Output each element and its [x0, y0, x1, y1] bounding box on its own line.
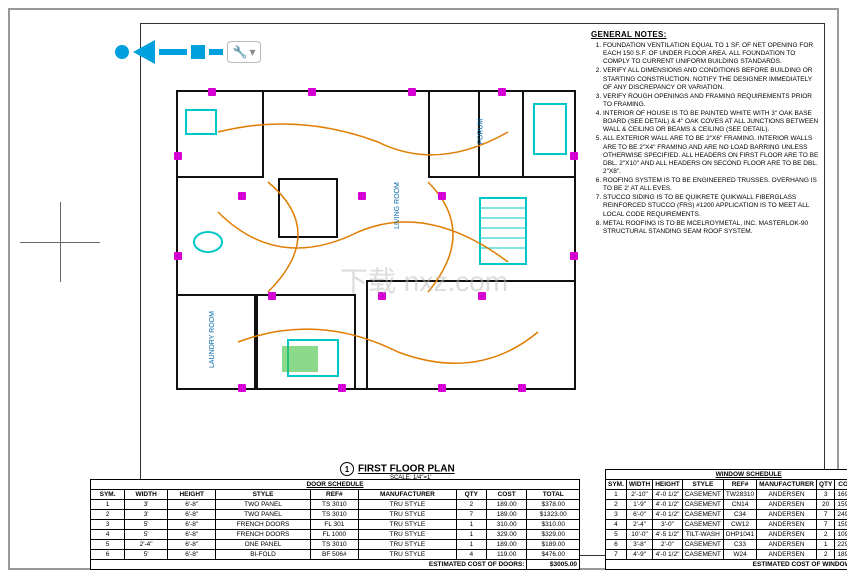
- table-row: 52'-4"6'-8"ONE PANELTS 3010TRU STYLE1189…: [91, 540, 580, 550]
- ucs-crosshair-icon: [20, 202, 100, 282]
- wrench-icon: 🔧: [233, 45, 248, 59]
- door-schedule-table: DOOR SCHEDULE SYM.WIDTHHEIGHTSTYLEREF#MA…: [90, 479, 580, 570]
- table-row: 45'6'-8"FRENCH DOORSFL 1000TRU STYLE1329…: [91, 530, 580, 540]
- table-row: 13'6'-8"TWO PANELTS 3010TRU STYLE2189.00…: [91, 500, 580, 510]
- note-item: VERIFY ALL DIMENSIONS AND CONDITIONS BEF…: [603, 67, 819, 91]
- arrow-left-icon: [133, 40, 155, 64]
- anchor-icon: [238, 384, 246, 392]
- col-header: REF#: [723, 480, 756, 490]
- paper-sheet: 🔧 ▾: [8, 8, 839, 570]
- label-forum: FORUM: [477, 119, 484, 145]
- note-item: INTERIOR OF HOUSE IS TO BE PAINTED WHITE…: [603, 110, 819, 134]
- anchor-icon: [308, 88, 316, 96]
- table-row: 21'-9"4'-0 1/2"CASEMENTCN14ANDERSEN20159…: [606, 500, 847, 510]
- table-row: 42'-4"3'-0"CASEMENTCW12ANDERSEN7159.00$1…: [606, 520, 847, 530]
- anchor-icon: [570, 152, 578, 160]
- anchor-icon: [478, 292, 486, 300]
- tool-handle-icon: [115, 45, 129, 59]
- table-row: 36'-0"4'-0 1/2"CASEMENTC34ANDERSEN7249.0…: [606, 510, 847, 520]
- tool-bar2-icon: [209, 49, 223, 55]
- anchor-icon: [208, 88, 216, 96]
- col-header: SYM.: [91, 490, 125, 500]
- direction-tool[interactable]: 🔧 ▾: [115, 40, 261, 64]
- table-row: 12'-10"4'-0 1/2"CASEMENTTW28310ANDERSEN3…: [606, 490, 847, 500]
- col-header: STYLE: [216, 490, 310, 500]
- win-sched-title: WINDOW SCHEDULE: [606, 470, 847, 480]
- fixtures-layer: [178, 92, 578, 392]
- col-header: HEIGHT: [168, 490, 216, 500]
- table-row: 74'-9"4'-0 1/2"CASEMENTW24ANDERSEN2189.0…: [606, 550, 847, 560]
- col-header: QTY: [816, 480, 834, 490]
- col-header: TOTAL: [527, 490, 580, 500]
- wrench-button[interactable]: 🔧 ▾: [227, 41, 261, 63]
- tool-bar-icon: [159, 49, 187, 55]
- tool-square-icon: [191, 45, 205, 59]
- col-header: MANUFACTURER: [359, 490, 457, 500]
- anchor-icon: [358, 192, 366, 200]
- col-header: SYM.: [606, 480, 627, 490]
- note-item: STUCCO SIDING IS TO BE QUIKRETE QUIKWALL…: [603, 194, 819, 218]
- col-header: MANUFACTURER: [757, 480, 817, 490]
- anchor-icon: [338, 384, 346, 392]
- anchor-icon: [438, 384, 446, 392]
- anchor-icon: [408, 88, 416, 96]
- col-header: WIDTH: [125, 490, 168, 500]
- plan-title-text: FIRST FLOOR PLAN: [358, 464, 455, 475]
- table-row: 23'6'-8"TWO PANELTS 3010TRU STYLE7189.00…: [91, 510, 580, 520]
- note-item: ROOFING SYSTEM IS TO BE ENGINEERED TRUSS…: [603, 177, 819, 193]
- door-total-label: ESTIMATED COST OF DOORS:: [91, 560, 527, 570]
- table-row: 63'-8"2'-0"CASEMENTC33ANDERSEN1229.00$22…: [606, 540, 847, 550]
- col-header: HEIGHT: [653, 480, 683, 490]
- col-header: COST: [835, 480, 847, 490]
- table-row: 65'6'-8"BI-FOLDBF 506#TRU STYLE4119.00$4…: [91, 550, 580, 560]
- table-row: 510'-0"4'-5 1/2"TILT-WASHDHP1041ANDERSEN…: [606, 530, 847, 540]
- note-item: VERIFY ROUGH OPENINGS AND FRAMING REQUIR…: [603, 93, 819, 109]
- notes-list: FOUNDATION VENTILATION EQUAL TO 1 SF. OF…: [591, 42, 819, 236]
- anchor-icon: [518, 384, 526, 392]
- anchor-icon: [268, 292, 276, 300]
- label-laundry: LAUNDRY ROOM: [209, 311, 216, 368]
- general-notes: GENERAL NOTES: FOUNDATION VENTILATION EQ…: [591, 30, 819, 237]
- notes-heading: GENERAL NOTES:: [591, 30, 819, 40]
- table-row: 35'6'-8"FRENCH DOORSFL 301TRU STYLE1310.…: [91, 520, 580, 530]
- anchor-icon: [438, 192, 446, 200]
- plan-number: 1: [340, 462, 354, 476]
- anchor-icon: [238, 192, 246, 200]
- anchor-icon: [378, 292, 386, 300]
- col-header: STYLE: [682, 480, 723, 490]
- window-schedule-table: WINDOW SCHEDULE SYM.WIDTHHEIGHTSTYLEREF#…: [605, 469, 847, 570]
- door-total: $3005.00: [527, 560, 580, 570]
- anchor-icon: [174, 152, 182, 160]
- note-item: METAL ROOFING IS TO BE MCELROYMETAL, INC…: [603, 220, 819, 236]
- chevron-down-icon: ▾: [249, 45, 255, 59]
- win-total-label: ESTIMATED COST OF WINDOWS:: [606, 560, 847, 570]
- col-header: QTY: [456, 490, 486, 500]
- anchor-icon: [498, 88, 506, 96]
- col-header: WIDTH: [626, 480, 652, 490]
- anchor-icon: [174, 252, 182, 260]
- floor-plan: LIVING ROOM FORUM LAUNDRY ROOM: [176, 90, 576, 390]
- col-header: COST: [486, 490, 527, 500]
- col-header: REF#: [310, 490, 358, 500]
- note-item: FOUNDATION VENTILATION EQUAL TO 1 SF. OF…: [603, 42, 819, 66]
- plan-title: 1 FIRST FLOOR PLAN: [340, 462, 455, 476]
- label-living: LIVING ROOM: [394, 182, 401, 229]
- anchor-icon: [570, 252, 578, 260]
- note-item: ALL EXTERIOR WALL ARE TO BE 2"X6" FRAMIN…: [603, 135, 819, 176]
- door-sched-title: DOOR SCHEDULE: [91, 480, 580, 490]
